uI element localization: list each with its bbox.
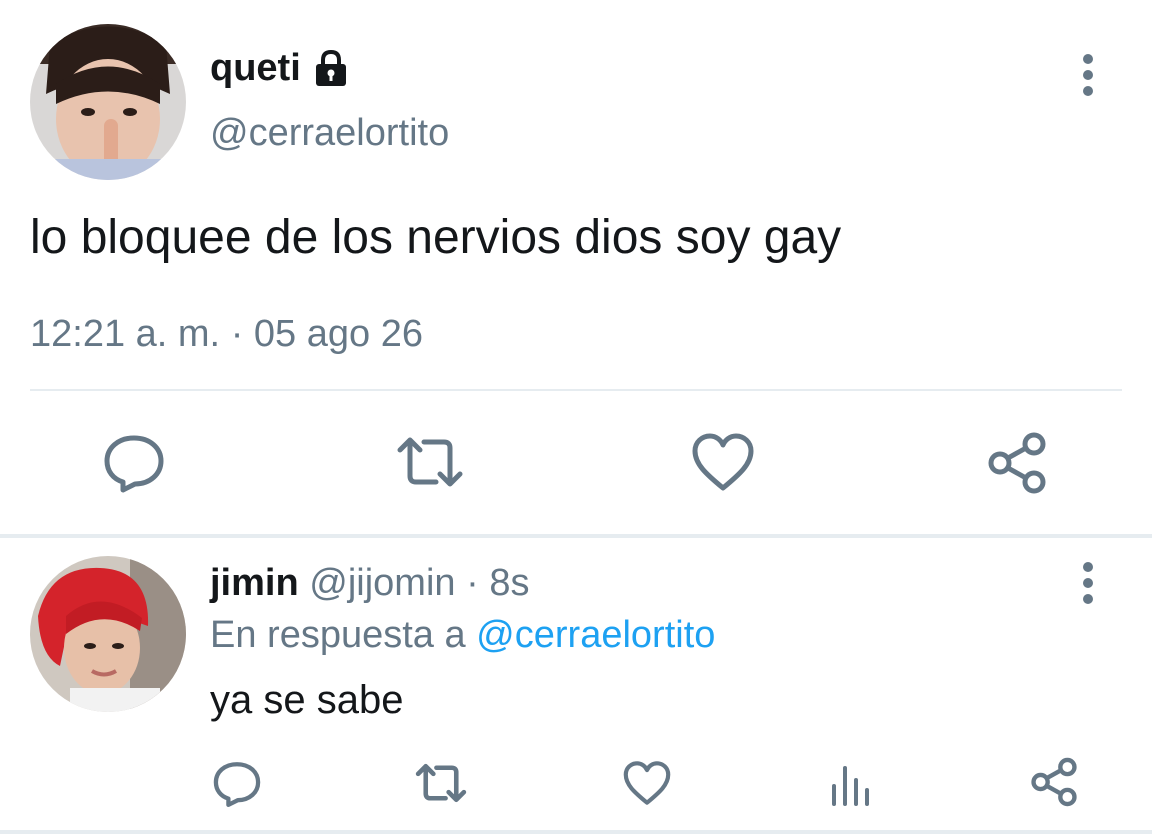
- divider: [30, 389, 1122, 391]
- avatar-photo: [30, 24, 186, 180]
- author-display-name[interactable]: queti: [210, 42, 301, 94]
- reply-icon[interactable]: [102, 430, 166, 494]
- reply-context-prefix: En respuesta a: [210, 614, 466, 656]
- reply-age[interactable]: 8s: [489, 562, 529, 604]
- like-icon[interactable]: [622, 758, 672, 808]
- tweet-date: 05 ago 26: [253, 313, 423, 355]
- author-name-row: queti: [210, 42, 351, 94]
- reply-author-avatar[interactable]: [30, 556, 186, 712]
- reply-context-handle-link[interactable]: @cerraelortito: [476, 614, 715, 656]
- lock-icon: [311, 48, 351, 88]
- retweet-icon[interactable]: [412, 758, 470, 808]
- share-icon[interactable]: [984, 430, 1050, 496]
- reply-text: ya se sabe: [210, 678, 404, 722]
- author-avatar[interactable]: [30, 24, 186, 180]
- meta-separator: ·: [466, 562, 479, 604]
- more-options-icon[interactable]: [1070, 560, 1106, 606]
- reply-author-handle[interactable]: @jijomin: [309, 562, 455, 604]
- bottom-divider: [0, 830, 1152, 834]
- tweet-text: lo bloquee de los nervios dios soy gay: [30, 211, 842, 264]
- reply-author-display-name[interactable]: jimin: [210, 562, 299, 604]
- reply-context: En respuesta a @cerraelortito: [210, 608, 715, 662]
- like-icon[interactable]: [690, 430, 756, 494]
- reply-icon[interactable]: [212, 758, 262, 808]
- avatar-photo: [30, 556, 186, 712]
- reply-author-row: jimin @jijomin · 8s: [210, 556, 529, 610]
- author-handle[interactable]: @cerraelortito: [210, 108, 449, 158]
- retweet-icon[interactable]: [392, 430, 468, 494]
- section-divider: [0, 534, 1152, 538]
- more-options-icon[interactable]: [1070, 52, 1106, 98]
- tweet-time: 12:21 a. m.: [30, 313, 221, 355]
- share-icon[interactable]: [1028, 756, 1080, 808]
- tweet-timestamp[interactable]: 12:21 a. m. · 05 ago 26: [30, 306, 423, 362]
- analytics-icon[interactable]: [828, 762, 872, 806]
- meta-separator: ·: [230, 313, 244, 355]
